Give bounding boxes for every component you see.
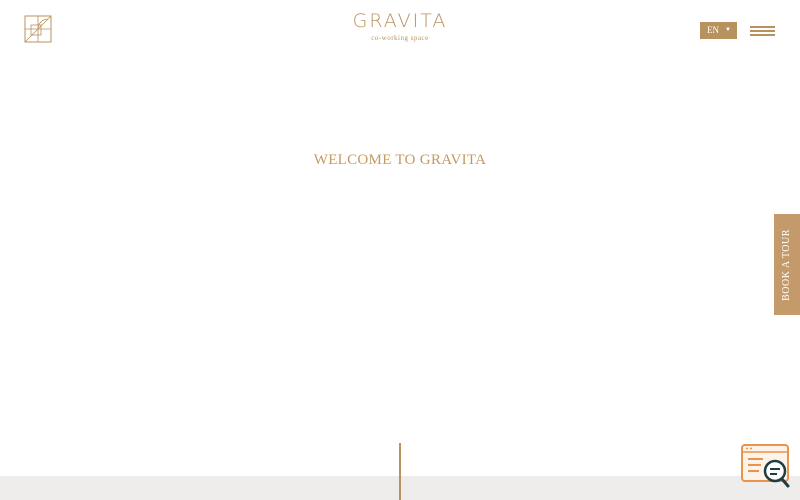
- page: GRAVITA co-working space EN ▼ WELCOME TO…: [0, 0, 800, 500]
- brand-logo[interactable]: GRAVITA co-working space: [300, 10, 500, 43]
- hamburger-icon-line-bottom: [750, 34, 775, 36]
- hamburger-menu-button[interactable]: [750, 26, 775, 36]
- brand-name: GRAVITA: [352, 10, 448, 32]
- scroll-indicator-line: [399, 443, 401, 500]
- hamburger-icon-line-middle: [750, 30, 775, 32]
- book-a-tour-label: BOOK A TOUR: [781, 228, 792, 301]
- hamburger-icon-line-top: [750, 26, 775, 28]
- hero-title: WELCOME TO GRAVITA: [313, 152, 487, 168]
- book-a-tour-tab[interactable]: BOOK A TOUR: [774, 214, 800, 315]
- monogram-icon: [24, 15, 52, 43]
- chat-widget-button[interactable]: [741, 444, 791, 488]
- language-value: EN: [707, 25, 719, 35]
- chat-search-icon: [741, 444, 790, 488]
- language-select[interactable]: EN ▼: [700, 22, 737, 39]
- caret-down-icon: ▼: [725, 27, 731, 33]
- brand-tagline: co-working space: [371, 34, 429, 42]
- logo-monogram-icon[interactable]: [24, 15, 52, 43]
